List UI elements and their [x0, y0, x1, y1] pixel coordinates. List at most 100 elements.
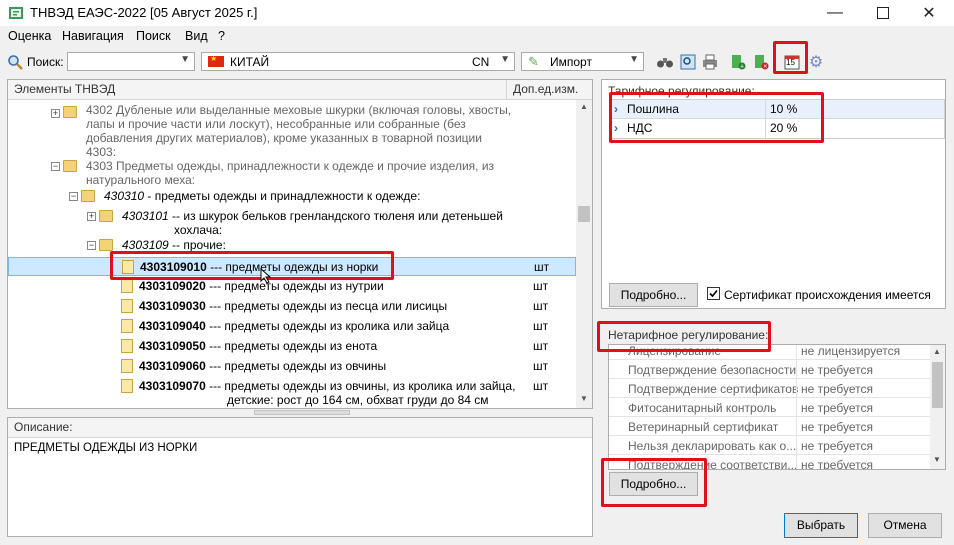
nontariff-details-button[interactable]: Подробно... — [609, 472, 698, 496]
menu-item-navigation[interactable]: Навигация — [62, 29, 124, 43]
tree-header-label[interactable]: Элементы ТНВЭД — [14, 82, 115, 96]
checkmark-icon — [709, 289, 718, 298]
item-unit: шт — [533, 379, 549, 393]
svg-text:×: × — [763, 64, 767, 71]
maximize-button[interactable] — [860, 0, 906, 26]
description-panel: Описание: ПРЕДМЕТЫ ОДЕЖДЫ ИЗ НОРКИ — [7, 417, 593, 537]
folder-icon — [99, 210, 113, 222]
nontariff-row[interactable]: Фитосанитарный контроль не требуется — [609, 398, 931, 417]
tariff-value: 20 % — [770, 121, 798, 135]
tree-node-text: 4303 Предметы одежды, принадлежности к о… — [86, 159, 495, 173]
binoculars-button[interactable] — [656, 53, 674, 71]
scroll-down-icon[interactable]: ▼ — [580, 394, 588, 403]
collapse-icon[interactable]: − — [69, 192, 78, 201]
calendar-button[interactable]: 15 — [783, 53, 801, 71]
item-unit: шт — [533, 359, 549, 373]
cancel-button[interactable]: Отмена — [868, 513, 942, 538]
tree-node-430310[interactable]: − 430310 - предметы одежды и принадлежно… — [8, 188, 576, 206]
scroll-up-icon[interactable]: ▲ — [933, 347, 941, 356]
direction-value: Импорт — [550, 55, 592, 69]
item-code: 4303109010 — [140, 260, 207, 274]
tree-node-text: -- прочие: — [168, 238, 226, 252]
minimize-icon: — — [827, 4, 843, 21]
menu-item-view[interactable]: Вид — [185, 29, 208, 43]
scroll-thumb[interactable] — [578, 206, 590, 222]
menu-item-otsenka[interactable]: Оценка — [8, 29, 51, 43]
scroll-up-icon[interactable]: ▲ — [580, 102, 588, 111]
item-text: --- предметы одежды из песца или лисицы — [205, 299, 448, 313]
tree-node-text: хохлача: — [174, 223, 223, 237]
collapse-icon[interactable]: − — [51, 162, 60, 171]
tariff-name: НДС — [627, 121, 653, 135]
select-button[interactable]: Выбрать — [784, 513, 858, 538]
item-text: --- предметы одежды из овчины — [205, 359, 387, 373]
tree-scrollbar[interactable]: ▲ ▼ — [576, 100, 592, 408]
nontariff-value: не требуется — [801, 401, 873, 415]
nontariff-row[interactable]: Лицензирование не лицензируется — [609, 344, 931, 360]
expand-icon[interactable]: + — [51, 109, 60, 118]
scroll-thumb[interactable] — [932, 362, 943, 408]
item-text: --- предметы одежды из нутрии — [205, 279, 384, 293]
preview-button[interactable] — [679, 53, 697, 71]
remove-bookmark-icon: × — [755, 55, 769, 71]
certificate-checkbox[interactable] — [707, 287, 720, 300]
tree-item[interactable]: 4303109060 --- предметы одежды из овчины… — [8, 357, 576, 377]
tariff-row-duty[interactable]: › Пошлина 10 % — [610, 100, 944, 119]
tree-item[interactable]: 4303109070 --- предметы одежды из овчины… — [8, 377, 576, 407]
tree-node-text: - предметы одежды и принадлежности к оде… — [144, 189, 421, 203]
search-combo[interactable]: ▼ — [67, 52, 195, 71]
tree-item[interactable]: 4303109030 --- предметы одежды из песца … — [8, 297, 576, 317]
tree-item[interactable]: 4303109050 --- предметы одежды из енота … — [8, 337, 576, 357]
menu-item-search[interactable]: Поиск — [136, 29, 171, 43]
window-title: ТНВЭД ЕАЭС-2022 [05 Август 2025 г.] — [30, 5, 258, 20]
tariff-name: Пошлина — [627, 102, 679, 116]
tariff-row-vat[interactable]: › НДС 20 % — [610, 119, 944, 138]
description-header: Описание: — [8, 418, 592, 438]
document-icon — [121, 319, 133, 333]
horizontal-splitter[interactable] — [254, 410, 350, 415]
nontariff-name: Фитосанитарный контроль — [628, 401, 777, 415]
certificate-label: Сертификат происхождения имеется — [724, 288, 931, 302]
nontariff-name: Подтверждение соответстви... — [628, 458, 798, 470]
folder-icon — [63, 160, 77, 172]
description-label: Описание: — [14, 420, 73, 434]
add-bookmark-button[interactable]: + — [729, 53, 747, 71]
app-icon — [9, 7, 23, 19]
unit-header-label[interactable]: Доп.ед.изм. — [513, 80, 578, 99]
nontariff-row[interactable]: Нельзя декларировать как о... не требуетс… — [609, 436, 931, 455]
country-code: CN — [472, 55, 490, 69]
country-select[interactable]: ★ КИТАЙ CN ▼ — [201, 52, 515, 71]
remove-bookmark-button[interactable]: × — [752, 53, 770, 71]
direction-select[interactable]: ✎ Импорт ▼ — [521, 52, 644, 71]
tariff-details-button[interactable]: Подробно... — [609, 283, 698, 307]
tree-body: + 4302 Дубленые или выделанные меховые ш… — [8, 100, 576, 408]
nontariff-value: не требуется — [801, 439, 873, 453]
nontariff-row[interactable]: Подтверждение соответстви... не требуется — [609, 455, 931, 470]
nontariff-row[interactable]: Подтверждение сертификатов не требуется — [609, 379, 931, 398]
scroll-down-icon[interactable]: ▼ — [933, 455, 941, 464]
tree-item-selected[interactable]: 4303109010 --- предметы одежды из норки … — [8, 257, 576, 276]
nontariff-name: Ветеринарный сертификат — [628, 420, 779, 434]
tree-node-text: добавления других материалов), кроме ука… — [86, 131, 482, 145]
minimize-button[interactable]: — — [812, 0, 858, 26]
nontariff-row[interactable]: Подтверждение безопасности не требуется — [609, 360, 931, 379]
expand-icon[interactable]: + — [87, 212, 96, 221]
menu-item-help[interactable]: ? — [218, 29, 225, 43]
settings-button[interactable]: ⚙ — [807, 53, 825, 71]
nontariff-row[interactable]: Ветеринарный сертификат не требуется — [609, 417, 931, 436]
close-button[interactable]: ✕ — [906, 0, 952, 26]
folder-icon — [63, 106, 77, 118]
item-code: 4303109020 — [139, 279, 206, 293]
tree-item[interactable]: 4303109020 --- предметы одежды из нутрии… — [8, 277, 576, 297]
gear-icon: ⚙ — [808, 54, 824, 71]
tree-item[interactable]: 4303109040 --- предметы одежды из кролик… — [8, 317, 576, 337]
collapse-icon[interactable]: − — [87, 241, 96, 250]
item-code: 4303109030 — [139, 299, 206, 313]
item-text: детские: рост до 164 см, обхват груди до… — [227, 393, 489, 407]
pencil-icon: ✎ — [528, 54, 539, 69]
nontariff-scrollbar[interactable]: ▲ ▼ — [930, 345, 945, 469]
chevron-right-icon: › — [614, 102, 618, 116]
print-button[interactable] — [701, 53, 719, 71]
china-flag-icon: ★ — [208, 54, 224, 67]
nontariff-value: не лицензируется — [801, 344, 901, 358]
